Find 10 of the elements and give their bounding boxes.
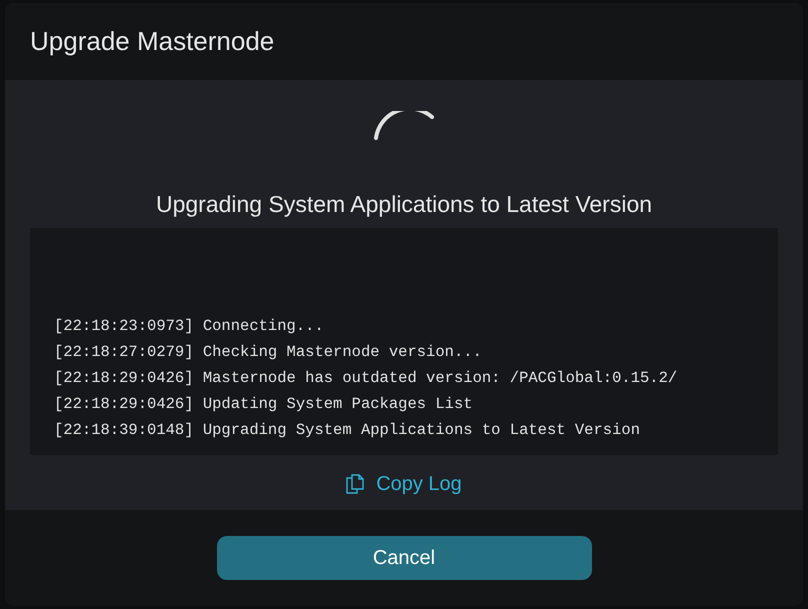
copy-log-link[interactable]: Copy Log bbox=[346, 469, 462, 499]
copy-icon bbox=[346, 474, 364, 494]
log-line: [22:18:29:0426] Updating System Packages List bbox=[54, 394, 474, 415]
log-line: [22:18:39:0148] Upgrading System Applications to Latest Version bbox=[54, 420, 641, 441]
log-line: [22:18:23:0973] Connecting... bbox=[54, 316, 325, 337]
cancel-button[interactable]: Cancel bbox=[216, 536, 592, 580]
log-line: [22:18:29:0426] Masternode has outdated version: /PACGlobal:0.15.2/ bbox=[54, 368, 678, 389]
dialog-title: Upgrade Masternode bbox=[30, 25, 274, 58]
log-line: [22:18:27:0279] Checking Masternode version... bbox=[54, 342, 483, 363]
status-message: Upgrading System Applications to Latest Version bbox=[156, 190, 652, 219]
